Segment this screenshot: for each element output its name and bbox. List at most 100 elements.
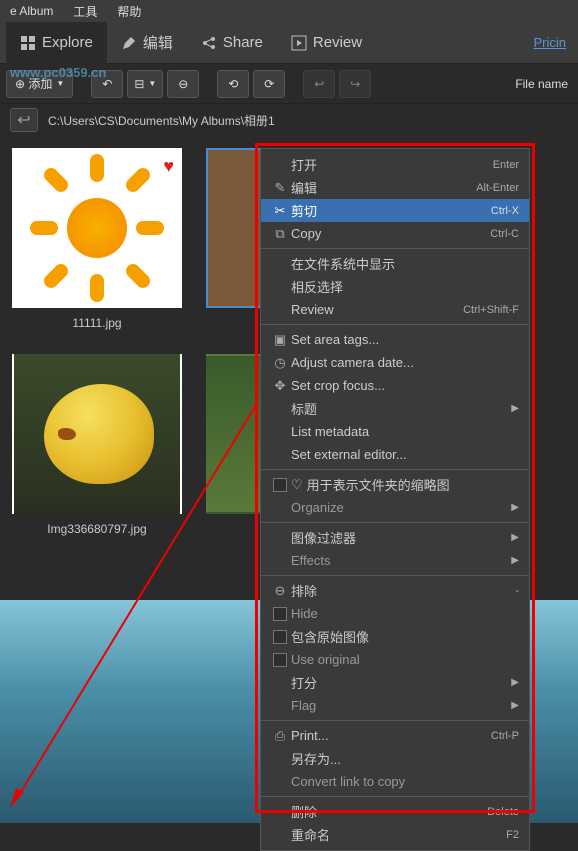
separator [261,522,529,523]
undo-button[interactable]: ↩ [303,70,335,98]
ctx-adjust-camera-date[interactable]: ◷Adjust camera date... [261,351,529,374]
ctx-show-in-fs[interactable]: 在文件系统中显示 [261,252,529,275]
ctx-flag[interactable]: Flag▶ [261,694,529,717]
ctx-cut[interactable]: ✂剪切Ctrl-X [261,199,529,222]
ctx-label: 另存为... [291,749,519,768]
back-button[interactable]: ↩ [10,108,38,132]
shortcut: Alt-Enter [476,182,519,194]
clock-icon: ◷ [269,355,291,371]
ctx-label: 标题 [291,399,511,418]
separator [261,469,529,470]
ctx-label: Set crop focus... [291,378,519,393]
shortcut: Ctrl-X [491,205,519,217]
ctx-organize[interactable]: Organize▶ [261,496,529,519]
tab-share[interactable]: Share [187,22,277,64]
ctx-label: Review [291,302,463,317]
ctx-review[interactable]: ReviewCtrl+Shift-F [261,298,529,321]
ctx-label: Convert link to copy [291,774,519,789]
ctx-label: Copy [291,226,490,241]
ctx-rating[interactable]: 打分▶ [261,671,529,694]
path-text[interactable]: C:\Users\CS\Documents\My Albums\相册1 [48,112,275,129]
checkbox[interactable] [269,607,291,621]
ctx-list-metadata[interactable]: List metadata [261,420,529,443]
rotate-ccw-button[interactable]: ⟲ [217,70,249,98]
ctx-open[interactable]: 打开Enter [261,153,529,176]
thumbnail[interactable]: ♥ 11111.jpg [12,148,182,330]
tab-edit[interactable]: 编辑 [107,22,187,64]
thumbnail-caption: 11111.jpg [72,316,121,330]
heart-icon: ♡ [291,477,303,493]
menubar: e Album 工具 帮助 [0,0,578,22]
thumbnail-image: ♥ [12,148,182,308]
redo-button[interactable]: ↪ [339,70,371,98]
shortcut: Ctrl-C [490,228,519,240]
ctx-label: Effects [291,553,511,568]
ctx-image-filters[interactable]: 图像过滤器▶ [261,526,529,549]
pencil-icon [121,35,137,51]
ctx-exclude[interactable]: ⊖排除- [261,579,529,602]
checkbox[interactable] [269,630,291,644]
ctx-rename[interactable]: 重命名F2 [261,823,529,846]
ctx-label: Print... [291,728,491,743]
ctx-set-area-tags[interactable]: ▣Set area tags... [261,328,529,351]
ctx-label: Flag [291,698,511,713]
ctx-include-raw[interactable]: 包含原始图像 [261,625,529,648]
ctx-convert-link[interactable]: Convert link to copy [261,770,529,793]
filename-label: File name [515,77,572,91]
ctx-edit[interactable]: ✎编辑Alt-Enter [261,176,529,199]
redo-icon: ↪ [350,77,360,91]
ctx-label: 打分 [291,673,511,692]
ctx-print[interactable]: ⎙Print...Ctrl-P [261,724,529,747]
crop-icon: ✥ [269,378,291,394]
heart-icon[interactable]: ♥ [163,156,174,177]
ctx-label: 编辑 [291,178,476,197]
ctx-label: 排除 [291,581,515,600]
play-icon [291,35,307,51]
thumbnail[interactable]: Img336680797.jpg [12,354,182,536]
rotate-cw-button[interactable]: ⟳ [253,70,285,98]
pathbar: ↩ C:\Users\CS\Documents\My Albums\相册1 [0,104,578,136]
chevron-right-icon: ▶ [511,403,519,414]
tab-share-label: Share [223,34,263,51]
ctx-use-original[interactable]: Use original [261,648,529,671]
chevron-right-icon: ▶ [511,677,519,688]
checkbox[interactable] [269,478,291,492]
back-icon: ↩ [17,110,30,130]
copy-icon: ⧉ [269,226,291,242]
tabbar: Explore 编辑 Share Review Pricin [0,22,578,64]
thumbnail-image [12,354,182,514]
sun-image [32,163,162,293]
scissors-icon: ✂ [269,203,291,219]
pencil-icon: ✎ [269,180,291,196]
rotate-ccw-icon: ⟲ [228,77,238,91]
ctx-invert-selection[interactable]: 相反选择 [261,275,529,298]
print-icon: ⎙ [269,728,291,744]
ctx-label: Hide [291,606,519,621]
remove-button[interactable]: ⊖ [167,70,199,98]
pricing-link[interactable]: Pricin [533,35,572,50]
checkbox[interactable] [269,653,291,667]
ctx-set-crop-focus[interactable]: ✥Set crop focus... [261,374,529,397]
menu-tools[interactable]: 工具 [63,3,107,20]
ctx-folder-thumbnail[interactable]: ♡用于表示文件夹的缩略图 [261,473,529,496]
ctx-label: Set external editor... [291,447,519,462]
ctx-save-as[interactable]: 另存为... [261,747,529,770]
tab-explore[interactable]: Explore [6,22,107,64]
shortcut: Ctrl+Shift-F [463,304,519,316]
menu-album[interactable]: e Album [0,4,63,18]
ctx-effects[interactable]: Effects▶ [261,549,529,572]
ctx-label: 图像过滤器 [291,528,511,547]
shortcut: F2 [506,829,519,841]
tab-review[interactable]: Review [277,22,376,64]
grid-icon [20,35,36,51]
ctx-delete[interactable]: 删除Delete [261,800,529,823]
chevron-right-icon: ▶ [511,700,519,711]
menu-help[interactable]: 帮助 [107,3,151,20]
ctx-title[interactable]: 标题▶ [261,397,529,420]
ctx-set-external-editor[interactable]: Set external editor... [261,443,529,466]
ctx-label: 用于表示文件夹的缩略图 [307,475,519,494]
chevron-right-icon: ▶ [511,502,519,513]
separator [261,720,529,721]
ctx-hide[interactable]: Hide [261,602,529,625]
ctx-copy[interactable]: ⧉CopyCtrl-C [261,222,529,245]
